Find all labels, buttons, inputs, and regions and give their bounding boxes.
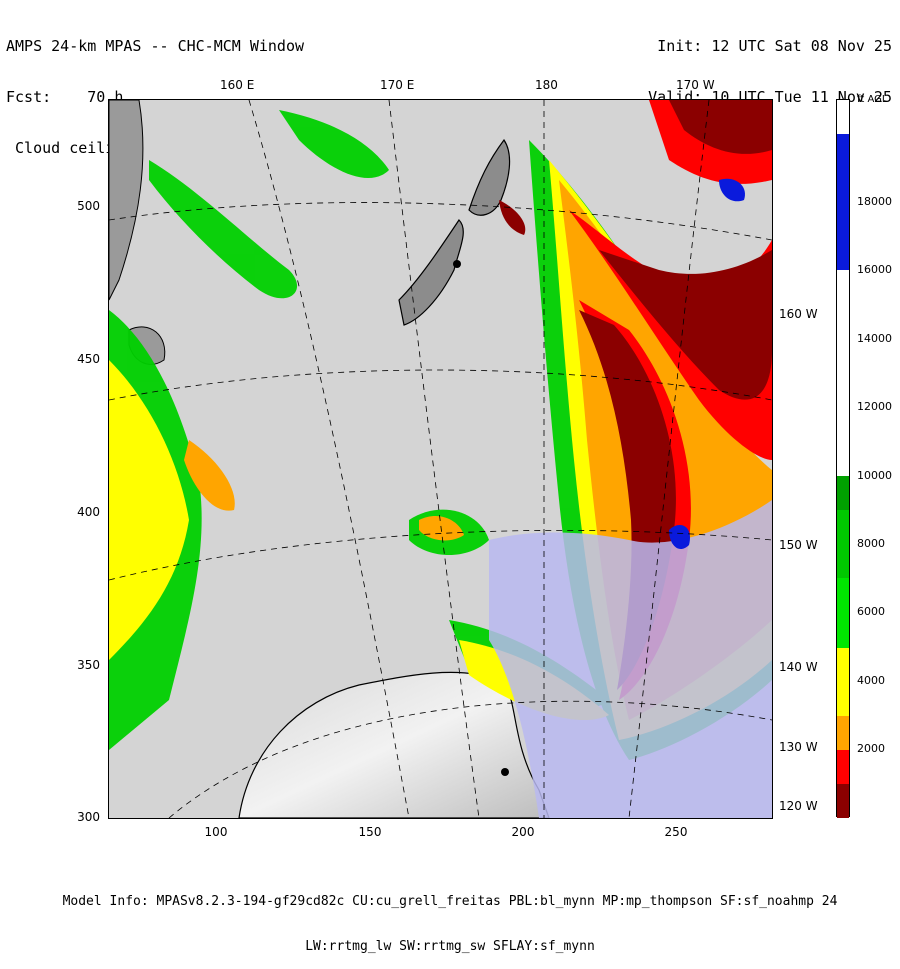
y-tick: 450 [77,352,100,366]
lon-label-right: 150 W [779,538,818,552]
colorbar-segment [837,784,849,818]
colorbar [836,99,850,818]
australia-landmass [109,100,144,301]
lon-label-top: 170 W [676,78,715,92]
model-info-line2: LW:rrtmg_lw SW:rrtmg_sw SFLAY:sf_mynn [305,939,595,954]
colorbar-segment [837,134,849,270]
colorbar-segment [837,648,849,716]
lon-label-right: 120 W [779,799,818,813]
lon-label-top: 180 [535,78,558,92]
y-tick: 300 [77,810,100,824]
x-tick: 200 [511,825,535,839]
x-tick: 150 [358,825,382,839]
colorbar-segment [837,716,849,750]
x-tick: 250 [664,825,688,839]
y-tick: 500 [77,199,100,213]
y-tick: 400 [77,505,100,519]
colorbar-segment [837,510,849,578]
colorbar-label: 2000 [857,742,885,755]
y-tick: 350 [77,658,100,672]
colorbar-label: 12000 [857,400,892,413]
ceiling-lavender-area [489,500,772,818]
colorbar-label: 10000 [857,469,892,482]
colorbar-label: 6000 [857,605,885,618]
colorbar-label: 14000 [857,332,892,345]
model-info-line1: Model Info: MPASv8.2.3-194-gf29cd82c CU:… [62,894,838,909]
colorbar-segment [837,100,849,134]
lon-label-right: 140 W [779,660,818,674]
colorbar-segment [837,270,849,476]
new-zealand-south-island [398,219,464,326]
map-panel[interactable] [108,99,773,819]
lon-label-top: 170 E [380,78,415,92]
model-title: AMPS 24-km MPAS -- CHC-MCM Window [6,37,305,55]
colorbar-unit: ft AGL [857,94,888,105]
init-time: Init: 12 UTC Sat 08 Nov 25 [657,37,892,55]
x-tick: 100 [204,825,228,839]
colorbar-segment [837,578,849,648]
station-marker [501,768,509,776]
lon-label-top: 160 E [220,78,255,92]
colorbar-label: 16000 [857,263,892,276]
station-marker [453,260,461,268]
colorbar-segment [837,750,849,784]
colorbar-label: 4000 [857,674,885,687]
map-canvas [109,100,772,818]
colorbar-label: 18000 [857,195,892,208]
colorbar-label: 8000 [857,537,885,550]
lon-label-right: 130 W [779,740,818,754]
lon-label-right: 160 W [779,307,818,321]
model-info-footer: Model Info: MPASv8.2.3-194-gf29cd82c CU:… [0,864,900,969]
colorbar-segment [837,476,849,510]
